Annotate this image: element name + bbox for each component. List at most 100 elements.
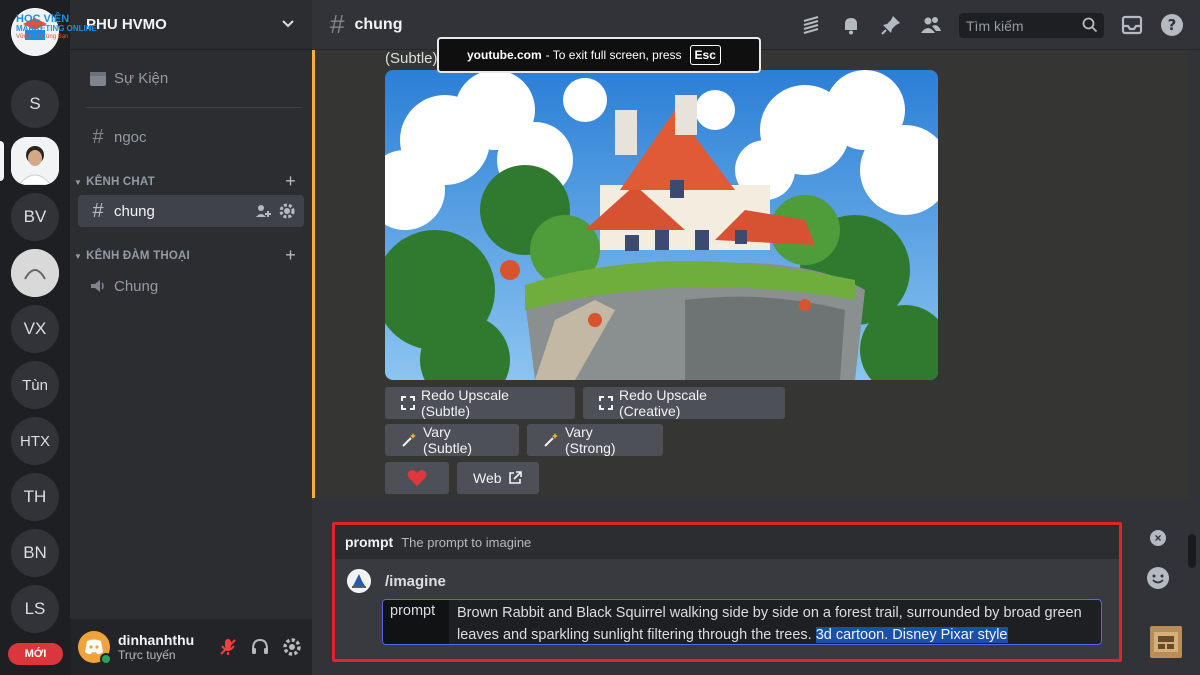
option-description: The prompt to imagine (401, 534, 532, 550)
pin-icon[interactable] (879, 13, 903, 37)
divider (86, 107, 302, 108)
chevron-down-icon: ▼ (74, 177, 83, 187)
emoji-icon[interactable] (1146, 566, 1170, 590)
category-label: KÊNH CHAT (86, 176, 155, 188)
server-abbr: HTX (20, 432, 50, 450)
person-avatar-icon (11, 137, 59, 185)
external-link-icon (508, 471, 522, 485)
magic-wand-icon (401, 432, 417, 448)
username: dinhanhthu (118, 632, 195, 648)
hashtag-icon: # (330, 9, 345, 39)
svg-text:?: ? (1168, 16, 1177, 34)
online-status-dot (100, 653, 112, 665)
headphones-icon[interactable] (250, 637, 270, 657)
button-label: Redo Upscale (Subtle) (421, 387, 509, 419)
new-servers-badge[interactable]: MỚI (8, 643, 63, 665)
button-label: Web (473, 470, 502, 486)
voice-channel-chung[interactable]: Chung (78, 270, 304, 302)
fullscreen-toast: youtube.com - To exit full screen, press… (437, 37, 761, 73)
server-th[interactable]: TH (11, 473, 59, 521)
server-abbr: BV (23, 207, 47, 226)
channel-actions (254, 202, 296, 220)
hashtag-icon: # (92, 199, 104, 222)
invite-icon[interactable] (254, 202, 272, 220)
avatar[interactable] (78, 631, 112, 665)
sketch-avatar-icon (11, 249, 59, 297)
command-name: /imagine (385, 573, 446, 590)
command-input-area: /imagine prompt Brown Rabbit and Black S… (335, 559, 1119, 659)
server-image[interactable] (11, 249, 59, 297)
mic-muted-icon[interactable] (218, 637, 238, 657)
prompt-text[interactable]: Brown Rabbit and Black Squirrel walking … (457, 602, 1097, 644)
server-abbr: VX (23, 319, 47, 338)
watermark-tagline: Vững Ra Cùng Bạn (16, 34, 69, 40)
generated-image[interactable] (385, 70, 938, 380)
server-ls[interactable]: LS (11, 585, 59, 633)
gear-icon[interactable] (278, 202, 296, 220)
slash-command-composer: prompt The prompt to imagine /imagine pr… (332, 522, 1122, 662)
house-on-cliff-image (385, 70, 938, 380)
threads-icon[interactable] (799, 13, 823, 37)
search-input[interactable]: Tìm kiếm (959, 13, 1104, 38)
channel-chung[interactable]: # chung (78, 195, 304, 227)
add-channel-icon[interactable]: + (285, 171, 296, 192)
button-label: Vary (Subtle) (423, 424, 473, 456)
toast-site: youtube.com (467, 48, 542, 62)
command-option-bar: prompt The prompt to imagine (335, 525, 1119, 559)
close-command-icon[interactable]: × (1150, 530, 1166, 546)
server-abbr: LS (24, 599, 46, 618)
server-abbr: Tùn (22, 376, 48, 394)
mention-highlight-bar (312, 50, 315, 498)
button-label: Vary (Strong) (565, 424, 616, 456)
bell-icon[interactable] (839, 13, 863, 37)
category-voice[interactable]: ▼ KÊNH ĐÀM THOẠI + (74, 245, 304, 266)
active-server-indicator (0, 141, 4, 181)
server-tun[interactable]: Tùn (11, 361, 59, 409)
calendar-icon (88, 69, 108, 87)
prompt-input[interactable]: prompt Brown Rabbit and Black Squirrel w… (382, 599, 1102, 645)
channel-ngoc[interactable]: # ngoc (78, 121, 304, 153)
server-abbr: BN (23, 543, 47, 562)
server-bv[interactable]: BV (11, 193, 59, 241)
favorite-button[interactable] (385, 462, 449, 494)
user-status: Trực tuyến (118, 648, 176, 662)
magic-wand-icon (543, 432, 559, 448)
user-info[interactable]: dinhanhthu Trực tuyến (118, 632, 194, 662)
web-link-button[interactable]: Web (457, 462, 539, 494)
category-chat[interactable]: ▼ KÊNH CHAT + (74, 171, 304, 192)
channel-label: ngoc (114, 128, 147, 146)
chevron-down-icon (282, 20, 294, 28)
add-channel-icon[interactable]: + (285, 245, 296, 266)
vary-subtle-button[interactable]: Vary (Subtle) (385, 424, 519, 456)
watermark-subtitle: MARKETING ONLINE (16, 24, 97, 33)
server-avatar-person[interactable] (11, 137, 59, 185)
toast-text: - To exit full screen, press (545, 48, 682, 62)
help-icon[interactable]: ? (1160, 13, 1184, 37)
scrollbar-thumb[interactable] (1188, 534, 1196, 568)
inbox-icon[interactable] (1120, 13, 1144, 37)
search-placeholder: Tìm kiếm (966, 17, 1024, 34)
redo-upscale-subtle-button[interactable]: Redo Upscale (Subtle) (385, 387, 575, 419)
guild-header[interactable]: PHU HVMO (70, 0, 312, 50)
redo-upscale-creative-button[interactable]: Redo Upscale (Creative) (583, 387, 785, 419)
guild-name: PHU HVMO (86, 16, 167, 33)
member-list-icon[interactable] (919, 13, 943, 37)
chevron-down-icon: ▼ (74, 251, 83, 261)
server-htx[interactable]: HTX (11, 417, 59, 465)
vary-strong-button[interactable]: Vary (Strong) (527, 424, 663, 456)
search-icon (1082, 17, 1098, 33)
expand-icon (401, 396, 415, 410)
server-rail: S BV VX Tùn HTX TH BN LS MỚI (0, 0, 70, 675)
settings-gear-icon[interactable] (282, 637, 302, 657)
sticker-icon[interactable] (1150, 626, 1182, 658)
expand-icon (599, 396, 613, 410)
events-label: Sự Kiện (114, 69, 169, 87)
server-abbr: S (29, 94, 41, 113)
server-s[interactable]: S (11, 80, 59, 128)
events-item[interactable]: Sự Kiện (78, 62, 304, 94)
heart-icon (407, 470, 427, 486)
watermark-logo: HỌC VIỆN MARKETING ONLINE Vững Ra Cùng B… (16, 14, 97, 41)
server-vx[interactable]: VX (11, 305, 59, 353)
server-bn[interactable]: BN (11, 529, 59, 577)
main-panel: # chung Tìm kiếm ? (Subtle) Redo Upscale… (312, 0, 1200, 675)
